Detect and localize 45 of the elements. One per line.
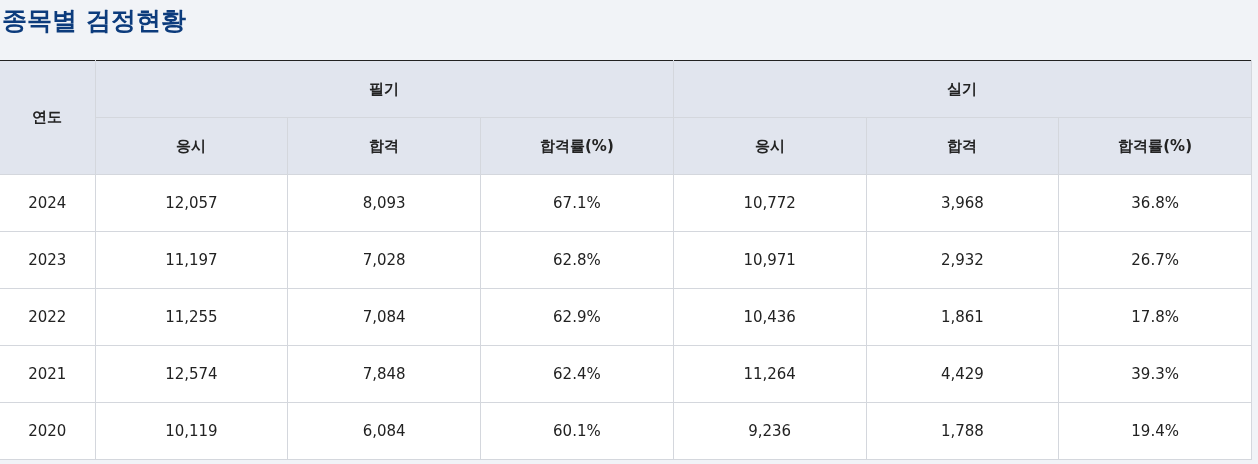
column-header: 응시 [673, 117, 866, 175]
column-header: 응시 [95, 117, 288, 175]
table-cell: 3,968 [866, 174, 1059, 232]
column-header: 합격 [866, 117, 1059, 175]
table-cell: 12,574 [95, 345, 288, 403]
column-header: 연도 [0, 60, 95, 175]
table-cell: 9,236 [673, 402, 866, 460]
table-cell: 8,093 [287, 174, 481, 232]
column-header: 합격률(%) [480, 117, 674, 175]
column-header: 합격률(%) [1058, 117, 1252, 175]
table-cell: 7,848 [287, 345, 481, 403]
table-cell: 60.1% [480, 402, 674, 460]
table-cell: 7,028 [287, 231, 481, 289]
table-cell: 26.7% [1058, 231, 1252, 289]
table-cell: 62.9% [480, 288, 674, 346]
table-cell: 2023 [0, 231, 95, 289]
table-cell: 2,932 [866, 231, 1059, 289]
table-cell: 62.8% [480, 231, 674, 289]
table-cell: 19.4% [1058, 402, 1252, 460]
table-cell: 10,772 [673, 174, 866, 232]
table-cell: 1,788 [866, 402, 1059, 460]
table-cell: 11,264 [673, 345, 866, 403]
table-cell: 4,429 [866, 345, 1059, 403]
table-cell: 10,971 [673, 231, 866, 289]
table-cell: 2021 [0, 345, 95, 403]
table-cell: 11,197 [95, 231, 288, 289]
table-cell: 39.3% [1058, 345, 1252, 403]
table-cell: 36.8% [1058, 174, 1252, 232]
table-cell: 2020 [0, 402, 95, 460]
table-cell: 1,861 [866, 288, 1059, 346]
table-cell: 6,084 [287, 402, 481, 460]
table-cell: 2024 [0, 174, 95, 232]
table-cell: 10,119 [95, 402, 288, 460]
column-header: 합격 [287, 117, 481, 175]
table-cell: 62.4% [480, 345, 674, 403]
table-cell: 17.8% [1058, 288, 1252, 346]
column-group-header: 실기 [673, 60, 1252, 118]
table-cell: 11,255 [95, 288, 288, 346]
table-cell: 7,084 [287, 288, 481, 346]
page-title: 종목별 검정현황 [1, 5, 187, 37]
column-group-header: 필기 [95, 60, 674, 118]
table-cell: 67.1% [480, 174, 674, 232]
table-cell: 2022 [0, 288, 95, 346]
table-cell: 10,436 [673, 288, 866, 346]
table-cell: 12,057 [95, 174, 288, 232]
